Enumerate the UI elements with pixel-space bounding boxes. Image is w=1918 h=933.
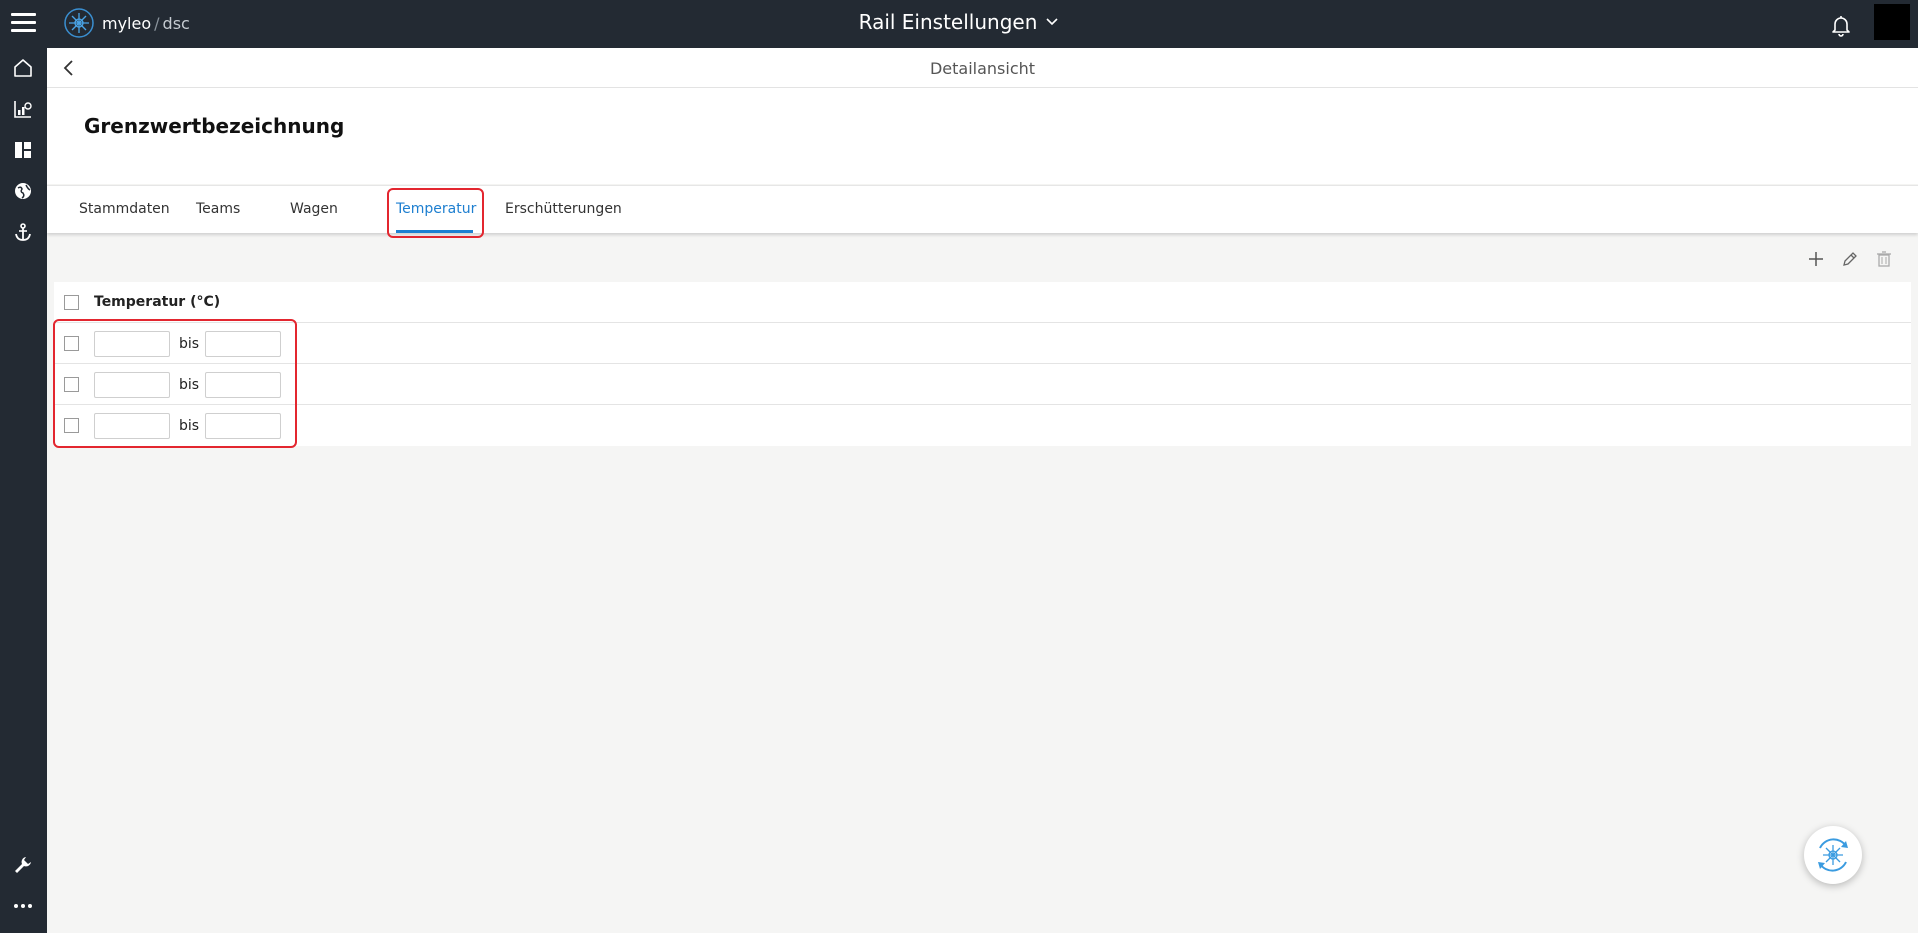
range-separator: bis [179,377,200,393]
range-to-input[interactable] [205,372,281,398]
range-to-input[interactable] [205,413,281,439]
app-title: Rail Einstellungen [858,10,1038,34]
column-header-temperature: Temperatur (°C) [94,294,221,310]
sync-logo-icon [1818,838,1848,872]
tab-stammdaten[interactable]: Stammdaten [79,201,170,217]
tab-bar: Stammdaten Teams Wagen Temperatur Erschü… [47,185,1918,233]
left-nav [0,48,47,933]
active-tab-indicator [396,230,473,233]
table-row: bis [54,405,1911,446]
analytics-icon[interactable] [10,96,36,122]
dashboard-icon[interactable] [10,137,36,163]
logo-text: myleo / dsc [102,14,190,33]
brand-separator: / [154,13,160,33]
select-all-checkbox[interactable] [64,295,79,310]
table-header-row: Temperatur (°C) [54,282,1911,323]
bell-icon[interactable] [1829,13,1853,37]
table-row: bis [54,323,1911,364]
tab-erschuetterungen[interactable]: Erschütterungen [505,201,622,217]
trash-icon[interactable] [1873,248,1895,270]
chevron-down-icon [1046,18,1058,26]
row-checkbox[interactable] [64,418,79,433]
range-separator: bis [179,418,200,434]
tab-wagen[interactable]: Wagen [290,201,338,217]
globe-icon[interactable] [10,178,36,204]
plus-icon[interactable] [1805,248,1827,270]
temperature-table: Temperatur (°C) bis bis bis [54,282,1911,446]
title-panel: Grenzwertbezeichnung [47,88,1918,184]
app-switcher[interactable]: Rail Einstellungen [859,10,1060,34]
brand-suffix: dsc [162,13,190,33]
range-separator: bis [179,336,200,352]
sync-fab[interactable] [1804,826,1862,884]
range-from-input[interactable] [94,372,170,398]
wrench-icon[interactable] [10,852,36,878]
range-to-input[interactable] [205,331,281,357]
user-avatar[interactable] [1874,4,1910,40]
menu-icon[interactable] [11,13,36,33]
logo[interactable]: myleo / dsc [63,7,190,39]
detail-view-title: Detailansicht [929,59,1036,78]
range-from-input[interactable] [94,331,170,357]
brand-name: myleo [102,13,152,33]
more-icon[interactable] [10,893,36,919]
home-icon[interactable] [10,55,36,81]
range-from-input[interactable] [94,413,170,439]
detail-header: Detailansicht [47,48,1918,88]
tab-temperatur[interactable]: Temperatur [396,201,476,217]
top-bar: myleo / dsc Rail Einstellungen [0,0,1918,48]
page-title: Grenzwertbezeichnung [84,114,345,138]
anchor-icon[interactable] [10,219,36,245]
table-row: bis [54,364,1911,405]
logo-icon [64,8,94,38]
app-title-wrapper: Rail Einstellungen [0,10,1918,34]
pencil-icon[interactable] [1839,248,1861,270]
tab-teams[interactable]: Teams [196,201,240,217]
row-checkbox[interactable] [64,336,79,351]
row-checkbox[interactable] [64,377,79,392]
